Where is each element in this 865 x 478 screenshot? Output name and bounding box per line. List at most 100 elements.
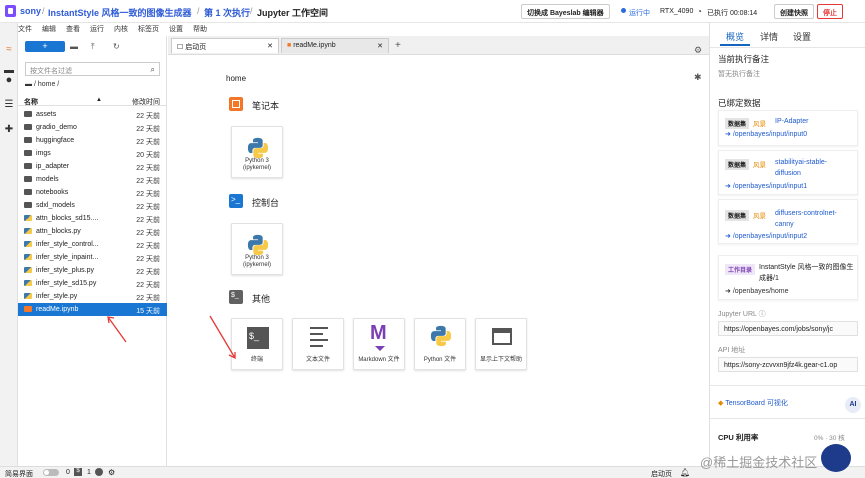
tensorboard-link[interactable]: ◆ TensorBoard 可视化: [718, 398, 788, 408]
file-row[interactable]: attn_blocks.py 22 天前: [18, 225, 167, 238]
tab-readme[interactable]: ■ readMe.ipynb ✕: [281, 38, 389, 53]
close-icon[interactable]: ✕: [377, 42, 383, 50]
file-name: huggingface: [36, 137, 75, 144]
file-row[interactable]: notebooks 22 天前: [18, 186, 167, 199]
text-file-icon: [310, 327, 328, 347]
chat-support-icon[interactable]: [821, 444, 851, 472]
python-file-icon: [24, 267, 32, 273]
file-row[interactable]: attn_blocks_sd15.... 22 天前: [18, 212, 167, 225]
console-section-title: 控制台: [252, 198, 280, 208]
cpu-usage-value: 0% · 30 核: [814, 435, 845, 442]
running-kernels-icon[interactable]: ●: [4, 75, 14, 86]
new-folder-icon[interactable]: ▬: [70, 42, 78, 51]
other-section-title: 其他: [252, 294, 271, 304]
notes-title: 当前执行备注: [718, 54, 770, 64]
table-of-contents-icon[interactable]: ☰: [4, 100, 14, 110]
stop-button[interactable]: 停止: [817, 4, 843, 19]
debugger-icon[interactable]: ✱: [694, 72, 702, 83]
column-name-header[interactable]: 名称: [24, 97, 38, 107]
notebook-python3-card[interactable]: Python 3 (ipykernel): [231, 126, 283, 178]
file-row[interactable]: infer_style_sd15.py 22 天前: [18, 277, 167, 290]
console-python3-card[interactable]: Python 3 (ipykernel): [231, 223, 283, 275]
menu-view[interactable]: 查看: [66, 26, 80, 33]
file-row[interactable]: imgs 20 天前: [18, 147, 167, 160]
dataset-name[interactable]: IP-Adapter: [775, 116, 808, 127]
menu-run[interactable]: 运行: [90, 26, 104, 33]
file-row[interactable]: infer_style_plus.py 22 天前: [18, 264, 167, 277]
column-modified-header[interactable]: 修改时间: [132, 97, 160, 107]
switch-editor-button[interactable]: 切换成 Bayeslab 编辑器: [521, 4, 610, 19]
breadcrumb-run[interactable]: 第 1 次执行: [204, 6, 250, 19]
markdown-file-card[interactable]: M Markdown 文件: [353, 318, 405, 370]
breadcrumb-separator: /: [197, 6, 200, 16]
job-info-panel: 概览 详情 设置 当前执行备注 暂无执行备注 已绑定数据 数据集 风景 IP-A…: [709, 23, 865, 466]
new-launcher-button[interactable]: +: [25, 41, 65, 52]
upload-icon[interactable]: ⤒: [91, 42, 95, 52]
file-row[interactable]: gradio_demo 22 天前: [18, 121, 167, 134]
settings-icon[interactable]: ⚙: [108, 468, 115, 477]
breadcrumb-separator: /: [42, 6, 45, 16]
file-row[interactable]: readMe.ipynb 15 天前: [18, 303, 167, 316]
extensions-icon[interactable]: ✚: [4, 125, 14, 135]
dataset-card[interactable]: 数据集 风景 diffusers-controlnet-canny ➜ /ope…: [718, 199, 858, 244]
folder-icon: [24, 137, 32, 143]
tab-details[interactable]: 详情: [760, 30, 778, 43]
python-file-icon: [24, 241, 32, 247]
menu-kernel[interactable]: 内核: [114, 26, 128, 33]
dataset-name[interactable]: diffusers-controlnet-canny: [775, 208, 845, 230]
menu-file[interactable]: 文件: [18, 26, 32, 33]
active-tab-indicator: [720, 44, 750, 46]
file-row[interactable]: infer_style_inpaint... 22 天前: [18, 251, 167, 264]
file-list-header[interactable]: 名称 ▲ 修改时间: [18, 95, 167, 106]
file-filter-input[interactable]: 按文件名过滤 ⌕: [25, 62, 160, 76]
tab-overview[interactable]: 概览: [726, 30, 744, 43]
refresh-icon[interactable]: ↻: [113, 42, 120, 51]
dataset-card[interactable]: 数据集 风景 IP-Adapter ➜ /openbayes/input/inp…: [718, 110, 858, 146]
python-file-card[interactable]: Python 文件: [414, 318, 466, 370]
file-row[interactable]: models 22 天前: [18, 173, 167, 186]
context-help-card[interactable]: 显示上下文帮助: [475, 318, 527, 370]
workdir-badge: 工作目录: [725, 264, 756, 275]
console-section-icon: >_: [229, 194, 243, 208]
tab-label: readMe.ipynb: [293, 42, 336, 49]
terminal-card[interactable]: $_ 终端: [231, 318, 283, 370]
notification-icon[interactable]: 🔔︎: [680, 468, 690, 477]
menu-tabs[interactable]: 标签页: [138, 26, 159, 33]
file-modified: 15 天前: [136, 308, 160, 315]
api-url-field[interactable]: https://sony-zcvvxn9jfz4k.gear-c1.op: [718, 357, 858, 372]
close-icon[interactable]: ✕: [267, 42, 273, 50]
simple-mode-toggle[interactable]: [43, 469, 59, 476]
dataset-card[interactable]: 数据集 风景 stabilityai-stable-diffusion ➜ /o…: [718, 150, 858, 195]
dataset-name[interactable]: stabilityai-stable-diffusion: [775, 157, 845, 179]
menu-settings[interactable]: 设置: [169, 26, 183, 33]
current-path-breadcrumb[interactable]: ▬ / home /: [25, 81, 59, 88]
jupyter-url-field[interactable]: https://openbayes.com/jobs/sony/jc: [718, 321, 858, 336]
create-snapshot-button[interactable]: 创建快照: [774, 4, 814, 19]
text-file-card[interactable]: 文本文件: [292, 318, 344, 370]
python-file-icon: [24, 293, 32, 299]
file-row[interactable]: infer_style.py 22 天前: [18, 290, 167, 303]
ai-assistant-button[interactable]: AI: [845, 397, 861, 413]
workdir-path: ➜ /openbayes/home: [725, 288, 789, 295]
tensorboard-icon: ◆: [718, 400, 724, 407]
divider: [710, 385, 865, 386]
file-row[interactable]: infer_style_control... 22 天前: [18, 238, 167, 251]
search-icon: ⌕: [150, 65, 155, 74]
menu-help[interactable]: 帮助: [193, 26, 207, 33]
file-row[interactable]: ip_adapter 22 天前: [18, 160, 167, 173]
workdir-card[interactable]: 工作目录 InstantStyle 风格一致的图像生成器/1 ➜ /openba…: [718, 255, 858, 300]
breadcrumb-user[interactable]: sony: [20, 6, 41, 16]
tab-settings[interactable]: 设置: [793, 30, 811, 43]
add-tab-icon[interactable]: +: [395, 40, 401, 51]
file-row[interactable]: assets 22 天前: [18, 108, 167, 121]
property-inspector-icon[interactable]: ⚙: [694, 45, 702, 56]
run-status: 运行中: [629, 10, 650, 17]
simple-mode-label: 简易界面: [5, 471, 33, 478]
python-file-icon: [24, 254, 32, 260]
file-row[interactable]: sdxl_models 22 天前: [18, 199, 167, 212]
file-name: infer_style_sd15.py: [36, 280, 97, 287]
menu-edit[interactable]: 编辑: [42, 26, 56, 33]
tab-launcher[interactable]: ☐ 启动页 ✕: [171, 38, 279, 53]
file-row[interactable]: huggingface 22 天前: [18, 134, 167, 147]
breadcrumb-project[interactable]: InstantStyle 风格一致的图像生成器: [48, 6, 192, 19]
